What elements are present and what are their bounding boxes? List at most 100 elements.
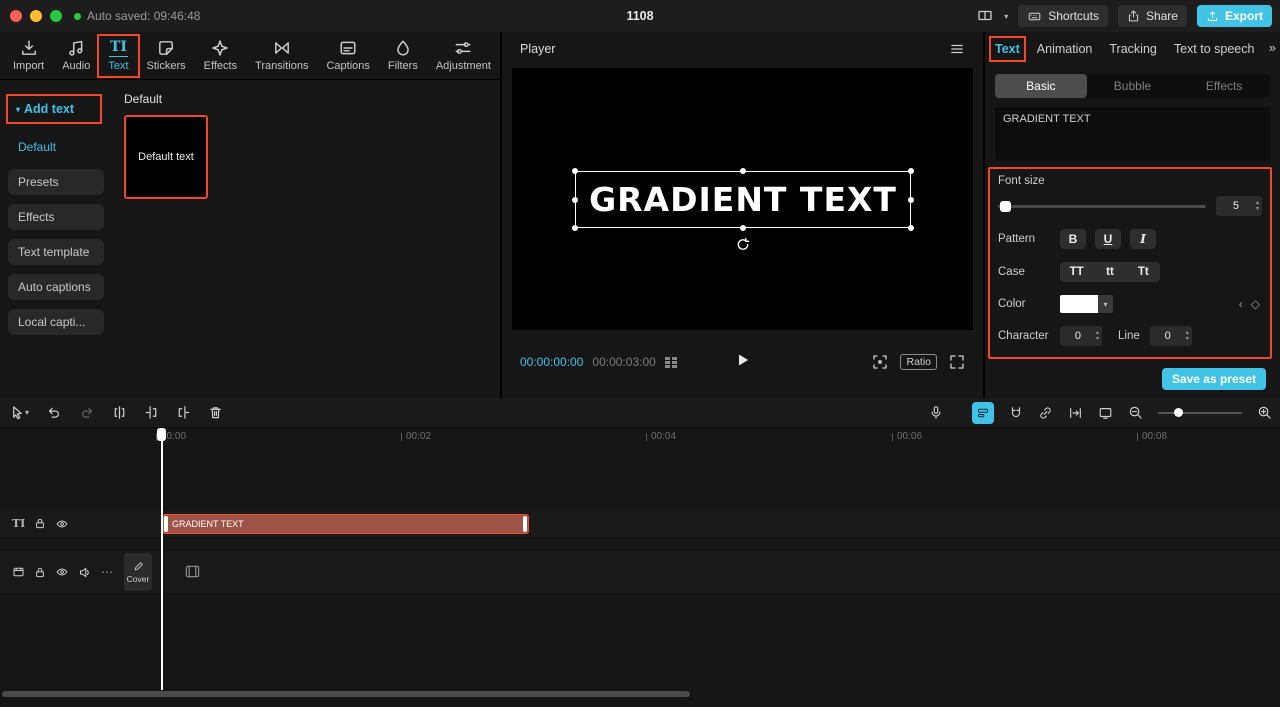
font-size-slider[interactable] [998,200,1206,212]
tab-tracking[interactable]: Tracking [1109,42,1156,56]
tabs-overflow-icon[interactable]: » [1264,40,1276,55]
uppercase-button[interactable]: TT [1060,262,1093,282]
clip-right-handle[interactable] [523,516,527,532]
zoom-in-button[interactable] [1257,405,1272,420]
tab-text[interactable]: Text [989,36,1026,62]
lock-icon[interactable] [34,517,46,530]
layout-icon[interactable] [976,8,994,24]
collapse-chevron-icon[interactable]: ‹ [1239,297,1243,311]
video-preview[interactable]: GRADIENT TEXT [512,68,973,330]
sidebar-item-text-template[interactable]: Text template [8,239,104,265]
tool-import[interactable]: Import [6,37,51,74]
record-voiceover-button[interactable] [929,405,943,420]
handle-top-left[interactable] [572,168,578,174]
fit-view-icon[interactable] [872,354,888,370]
bold-button[interactable]: B [1060,229,1086,249]
timeline-zoom-slider[interactable] [1158,407,1242,417]
playhead-handle[interactable] [157,428,166,441]
minimize-window-button[interactable] [30,10,42,22]
playhead-line[interactable] [161,428,163,690]
handle-mid-left[interactable] [572,196,578,203]
line-spacing-stepper[interactable]: ▴ ▾ [1186,330,1192,342]
sidebar-item-auto-captions[interactable]: Auto captions [8,274,104,300]
timeline-scrollbar[interactable] [2,691,690,697]
subtab-effects[interactable]: Effects [1178,74,1270,98]
sidebar-item-default[interactable]: Default [8,134,104,160]
tab-text-to-speech[interactable]: Text to speech [1174,42,1255,56]
layout-caret-down-icon[interactable]: ▾ [1004,12,1008,21]
cover-button[interactable]: Cover [124,553,152,591]
timeline-zoom-thumb[interactable] [1174,407,1183,417]
main-track-magnet-button[interactable] [972,401,994,424]
tab-animation[interactable]: Animation [1037,42,1093,56]
zoom-window-button[interactable] [50,10,62,22]
tool-effects[interactable]: Effects [197,37,244,74]
handle-top-right[interactable] [908,168,914,174]
handle-bottom-center[interactable] [740,225,746,231]
sidebar-item-effects[interactable]: Effects [8,204,104,230]
add-text-button[interactable]: ▾ Add text [6,94,102,124]
eyedropper-icon[interactable]: ◇ [1251,297,1260,311]
lowercase-button[interactable]: tt [1093,262,1126,282]
tool-text[interactable]: TI Text [97,33,140,78]
eye-icon[interactable] [55,566,69,578]
frame-grid-icon[interactable] [664,356,677,368]
lock-icon[interactable] [34,566,46,579]
tool-adjustment[interactable]: Adjustment [429,37,498,74]
player-menu-icon[interactable] [949,42,965,56]
character-spacing-stepper[interactable]: ▴ ▾ [1096,330,1102,342]
handle-bottom-right[interactable] [908,225,914,231]
tool-transitions[interactable]: Transitions [248,37,315,74]
snapping-button[interactable] [1009,406,1023,420]
font-size-value-box[interactable]: 5 ▴ ▾ [1216,196,1262,216]
speaker-icon[interactable] [78,566,92,579]
text-content-input[interactable]: GRADIENT TEXT [995,107,1270,161]
underline-button[interactable]: U [1095,229,1121,249]
save-as-preset-button[interactable]: Save as preset [1161,368,1266,390]
font-size-stepper[interactable]: ▴ ▾ [1256,200,1262,212]
more-options-icon[interactable]: ⋯ [101,565,114,579]
sidebar-item-local-captions[interactable]: Local capti... [8,309,104,335]
preview-text[interactable]: GRADIENT TEXT [576,172,910,227]
rotate-handle-icon[interactable] [736,237,751,257]
subtab-basic[interactable]: Basic [995,74,1087,98]
default-text-card[interactable]: Default text [124,115,208,199]
delete-button[interactable] [208,405,223,420]
video-track-icon[interactable] [12,566,25,578]
split-button[interactable] [112,405,127,420]
zoom-out-button[interactable] [1128,405,1143,420]
play-button[interactable] [736,353,750,372]
font-size-slider-thumb[interactable] [1000,200,1011,212]
ratio-button[interactable]: Ratio [900,354,937,370]
tool-filters[interactable]: Filters [381,37,425,74]
color-picker-dropdown[interactable]: ▾ [1060,295,1113,313]
italic-button[interactable]: I [1130,229,1156,249]
undo-button[interactable] [46,405,62,420]
sidebar-item-presets[interactable]: Presets [8,169,104,195]
export-button[interactable]: Export [1196,5,1272,27]
handle-top-center[interactable] [740,168,746,174]
media-placeholder-icon[interactable] [184,564,201,584]
delete-right-button[interactable] [176,405,191,420]
shortcuts-button[interactable]: Shortcuts [1018,5,1108,27]
text-clip[interactable]: GRADIENT TEXT [162,514,529,534]
auto-ripple-button[interactable] [1068,406,1083,420]
tool-audio[interactable]: Audio [55,37,97,74]
close-window-button[interactable] [10,10,22,22]
delete-left-button[interactable] [144,405,159,420]
redo-button[interactable] [79,405,95,420]
handle-bottom-left[interactable] [572,225,578,231]
handle-mid-right[interactable] [908,196,914,203]
text-selection-box[interactable]: GRADIENT TEXT [572,168,914,250]
clip-left-handle[interactable] [164,516,168,532]
preview-axis-button[interactable] [1098,406,1113,420]
eye-icon[interactable] [55,518,69,530]
share-button[interactable]: Share [1117,5,1187,27]
timeline-ruler[interactable]: 00:00 00:02 00:04 00:06 00:08 [0,428,1280,446]
titlecase-button[interactable]: Tt [1127,262,1160,282]
subtab-bubble[interactable]: Bubble [1087,74,1179,98]
tool-captions[interactable]: Captions [319,37,376,74]
fullscreen-icon[interactable] [949,354,965,370]
select-tool-button[interactable]: ▾ [10,405,29,420]
line-spacing-box[interactable]: 0 ▴ ▾ [1149,326,1192,346]
